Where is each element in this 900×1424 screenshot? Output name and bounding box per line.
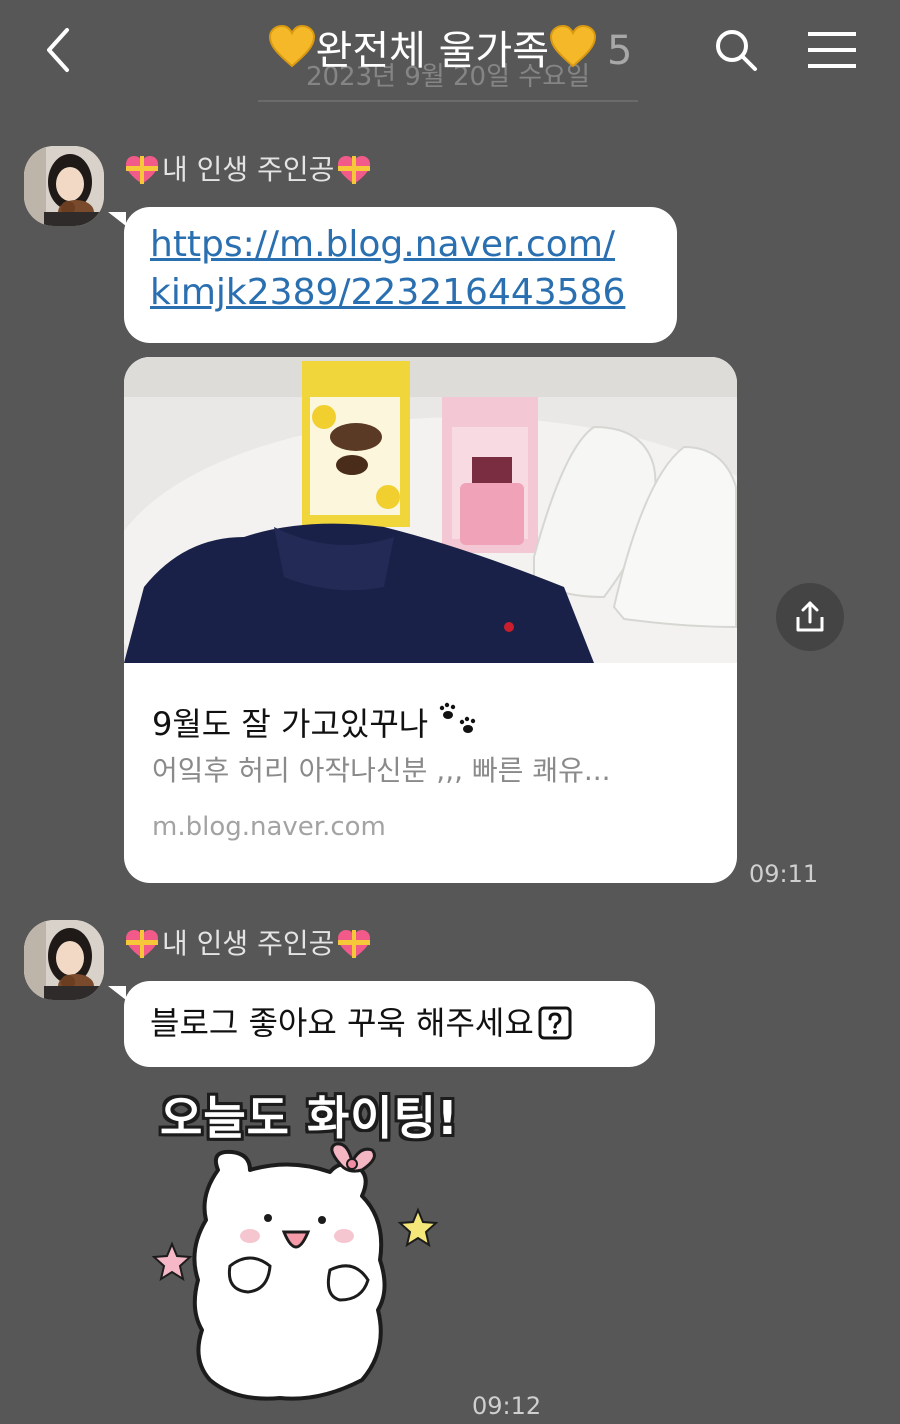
chat-title: 완전체 울가족 5: [0, 24, 900, 81]
avatar[interactable]: [24, 920, 104, 1000]
paw-prints-icon: [440, 702, 476, 733]
message-text: 블로그 좋아요 꾸욱 해주세요: [150, 1001, 629, 1045]
chat-title-text: 완전체 울가족: [315, 28, 550, 74]
member-count: 5: [607, 28, 633, 74]
message-link[interactable]: https://m.blog.naver.com/ kimjk2389/2232…: [150, 221, 651, 317]
message-link-line: https://m.blog.naver.com/: [150, 224, 616, 265]
yellow-star-icon: [397, 1207, 439, 1248]
sticker-caption: 오늘도 화이팅!: [160, 1091, 459, 1145]
avatar[interactable]: [24, 146, 104, 226]
message-text-content: 블로그 좋아요 꾸욱 해주세요: [150, 1004, 534, 1042]
search-icon: [716, 30, 757, 71]
sender-name-text: 내 인생 주인공: [162, 153, 335, 186]
search-button[interactable]: [712, 26, 760, 74]
gift-heart-icon: [338, 156, 371, 184]
bear-sticker[interactable]: [140, 1140, 460, 1410]
link-preview-image: [124, 357, 737, 663]
menu-button[interactable]: [806, 30, 858, 70]
link-preview-domain: m.blog.naver.com: [152, 812, 386, 842]
link-preview-title: 9월도 잘 가고있꾸나: [152, 699, 482, 746]
yellow-heart-icon: [549, 24, 597, 81]
share-button[interactable]: [776, 583, 844, 651]
menu-icon: [808, 32, 856, 68]
profile-photo: [24, 146, 104, 226]
profile-photo: [24, 920, 104, 1000]
sender-name-text: 내 인생 주인공: [162, 927, 335, 960]
bubble-tail: [108, 986, 126, 1000]
pink-star-icon: [151, 1241, 193, 1282]
link-message-bubble[interactable]: https://m.blog.naver.com/ kimjk2389/2232…: [124, 207, 677, 343]
link-preview-description: 어잌후 허리 아작나신분 ,,, 빠른 쾌유...: [152, 754, 611, 787]
message-link-line: kimjk2389/223216443586: [150, 272, 626, 313]
sender-name: 내 인생 주인공: [124, 924, 372, 964]
share-icon: [796, 601, 824, 632]
sender-name: 내 인생 주인공: [124, 150, 372, 190]
gift-heart-icon: [338, 930, 371, 958]
yellow-heart-icon: [268, 24, 316, 81]
gift-heart-icon: [126, 930, 158, 958]
text-message-bubble[interactable]: 블로그 좋아요 꾸욱 해주세요: [124, 981, 655, 1067]
link-preview-title-text: 9월도 잘 가고있꾸나: [152, 705, 429, 743]
bubble-tail: [108, 212, 126, 226]
link-preview-card[interactable]: 9월도 잘 가고있꾸나 어잌후 허리 아작나신분 ,,, 빠른 쾌유... m.…: [124, 357, 737, 883]
message-time: 09:12: [472, 1392, 542, 1420]
question-box-icon: [538, 1006, 572, 1040]
message-time: 09:11: [749, 860, 819, 888]
gift-heart-icon: [126, 156, 158, 184]
